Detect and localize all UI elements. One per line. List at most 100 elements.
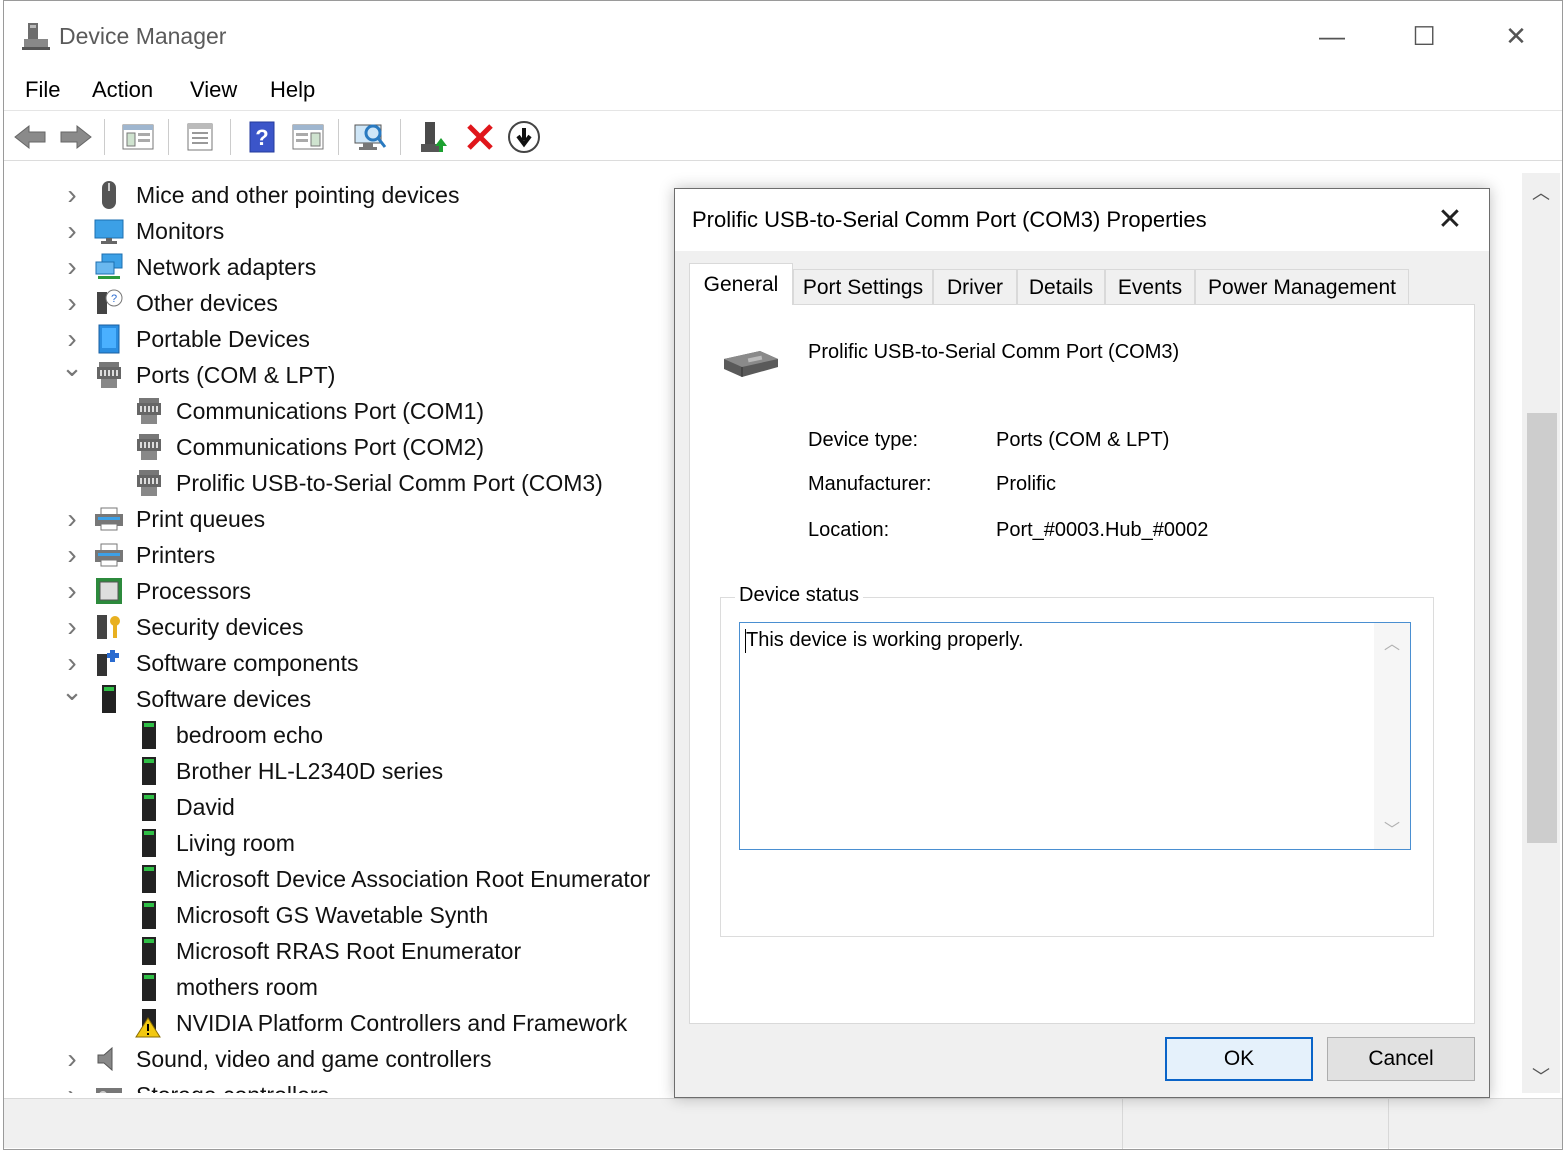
- tree-category-item[interactable]: › Monitors: [67, 213, 224, 249]
- tab-power-management[interactable]: Power Management: [1195, 269, 1409, 305]
- chevron-right-icon[interactable]: ›: [62, 215, 82, 246]
- dialog-close-button[interactable]: ✕: [1427, 199, 1473, 239]
- action-pane-icon[interactable]: [290, 119, 326, 155]
- tree-item-label: Microsoft Device Association Root Enumer…: [176, 865, 651, 892]
- tree-category-item[interactable]: › Processors: [67, 573, 252, 609]
- chevron-right-icon[interactable]: ›: [62, 179, 82, 210]
- ok-button[interactable]: OK: [1165, 1037, 1313, 1081]
- storage-icon: [94, 1080, 124, 1093]
- tree-category-item[interactable]: ›? Other devices: [67, 285, 278, 321]
- device-status-text: This device is working properly.: [746, 629, 1024, 651]
- scroll-up-arrow-icon[interactable]: ︿: [1522, 177, 1560, 207]
- help-icon[interactable]: ?: [244, 119, 280, 155]
- vertical-scrollbar[interactable]: ︿ ﹀: [1522, 173, 1560, 1093]
- menu-file[interactable]: File: [25, 77, 60, 103]
- monitor-icon: [94, 216, 124, 246]
- tree-item-label: Processors: [136, 577, 252, 604]
- software-component-icon: [94, 648, 124, 678]
- uninstall-icon[interactable]: [462, 119, 498, 155]
- tab-driver[interactable]: Driver: [933, 269, 1017, 305]
- device-status-textbox[interactable]: This device is working properly. ︿ ﹀: [739, 622, 1411, 850]
- printer-icon: [94, 540, 124, 570]
- chevron-right-icon[interactable]: ›: [62, 575, 82, 606]
- svg-text:?: ?: [255, 125, 268, 150]
- tree-item-label: Storage controllers: [136, 1082, 329, 1094]
- tree-category-item[interactable]: › Network adapters: [67, 249, 317, 285]
- chevron-right-icon[interactable]: ›: [62, 503, 82, 534]
- software-device-icon: [134, 864, 164, 894]
- menu-help[interactable]: Help: [270, 77, 315, 103]
- printer-icon: [94, 504, 124, 534]
- status-scrollbar[interactable]: ︿ ﹀: [1374, 623, 1410, 849]
- status-scroll-up-icon[interactable]: ︿: [1374, 627, 1410, 657]
- tree-child-item[interactable]: Microsoft GS Wavetable Synth: [134, 897, 488, 933]
- update-driver-icon[interactable]: [416, 119, 452, 155]
- chevron-right-icon[interactable]: ›: [62, 251, 82, 282]
- tree-child-item[interactable]: Microsoft Device Association Root Enumer…: [134, 861, 650, 897]
- device-status-group: Device status This device is working pro…: [720, 584, 1434, 937]
- tree-category-item[interactable]: ›Storage controllers: [67, 1077, 329, 1094]
- maximize-button[interactable]: ☐: [1401, 13, 1447, 59]
- status-scroll-down-icon[interactable]: ﹀: [1374, 813, 1410, 843]
- chevron-right-icon[interactable]: ›: [62, 323, 82, 354]
- cancel-button[interactable]: Cancel: [1327, 1037, 1475, 1081]
- status-divider: [1388, 1099, 1389, 1149]
- tree-child-item[interactable]: Living room: [134, 825, 295, 861]
- close-window-button[interactable]: ✕: [1493, 13, 1539, 59]
- back-icon[interactable]: [12, 119, 48, 155]
- serial-port-device-icon: [724, 351, 778, 377]
- chevron-right-icon[interactable]: ›: [62, 647, 82, 678]
- tree-child-item[interactable]: Microsoft RRAS Root Enumerator: [134, 933, 521, 969]
- tree-child-item[interactable]: mothers room: [134, 969, 318, 1005]
- tree-child-item[interactable]: Communications Port (COM2): [134, 429, 484, 465]
- chevron-right-icon[interactable]: ›: [62, 539, 82, 570]
- properties-icon[interactable]: [182, 119, 218, 155]
- scrollbar-thumb[interactable]: [1527, 413, 1557, 843]
- menu-view[interactable]: View: [190, 77, 237, 103]
- toolbar-separator: [104, 119, 105, 155]
- chevron-right-icon[interactable]: ›: [62, 1079, 82, 1093]
- tree-item-label: mothers room: [176, 973, 318, 1000]
- tree-category-item[interactable]: ⌄ Software devices: [61, 676, 312, 717]
- tab-events[interactable]: Events: [1105, 269, 1195, 305]
- tree-category-item[interactable]: › Software components: [67, 645, 359, 681]
- tab-details[interactable]: Details: [1017, 269, 1105, 305]
- tree-category-item[interactable]: › Portable Devices: [67, 321, 310, 357]
- tree-child-item[interactable]: Prolific USB-to-Serial Comm Port (COM3): [134, 465, 603, 501]
- chevron-right-icon[interactable]: ›: [62, 1043, 82, 1074]
- forward-icon[interactable]: [58, 119, 94, 155]
- software-device-icon: [134, 756, 164, 786]
- tree-child-item[interactable]: NVIDIA Platform Controllers and Framewor…: [134, 1005, 627, 1041]
- tree-item-label: Living room: [176, 829, 295, 856]
- tab-port-settings[interactable]: Port Settings: [793, 269, 933, 305]
- tree-category-item[interactable]: › Sound, video and game controllers: [67, 1041, 491, 1077]
- scan-hardware-icon[interactable]: [352, 119, 388, 155]
- chevron-right-icon[interactable]: ›: [62, 287, 82, 318]
- general-tab-panel: Prolific USB-to-Serial Comm Port (COM3) …: [689, 304, 1475, 1024]
- tree-child-item[interactable]: David: [134, 789, 235, 825]
- device-type-value: Ports (COM & LPT): [996, 429, 1170, 451]
- tree-item-label: Software components: [136, 649, 359, 676]
- tree-category-item[interactable]: ⌄ Ports (COM & LPT): [61, 352, 335, 393]
- tree-item-label: Software devices: [136, 685, 312, 712]
- chevron-right-icon[interactable]: ›: [62, 611, 82, 642]
- tree-child-item[interactable]: bedroom echo: [134, 717, 323, 753]
- disable-device-icon[interactable]: [506, 119, 542, 155]
- scroll-down-arrow-icon[interactable]: ﹀: [1522, 1061, 1560, 1091]
- tree-item-label: Network adapters: [136, 253, 317, 280]
- chevron-down-icon[interactable]: ⌄: [61, 676, 83, 706]
- show-hide-console-tree-icon[interactable]: [120, 119, 156, 155]
- minimize-button[interactable]: —: [1309, 13, 1355, 59]
- tree-child-item[interactable]: Communications Port (COM1): [134, 393, 484, 429]
- tree-child-item[interactable]: Brother HL-L2340D series: [134, 753, 443, 789]
- tree-category-item[interactable]: › Mice and other pointing devices: [67, 177, 459, 213]
- menu-action[interactable]: Action: [92, 77, 153, 103]
- tree-category-item[interactable]: › Print queues: [67, 501, 265, 537]
- tree-category-item[interactable]: › Security devices: [67, 609, 303, 645]
- software-device-icon: [134, 792, 164, 822]
- unknown-device-icon: ?: [94, 288, 124, 318]
- tree-item-label: Other devices: [136, 289, 278, 316]
- chevron-down-icon[interactable]: ⌄: [61, 352, 83, 382]
- tab-general[interactable]: General: [689, 263, 793, 305]
- tree-category-item[interactable]: › Printers: [67, 537, 215, 573]
